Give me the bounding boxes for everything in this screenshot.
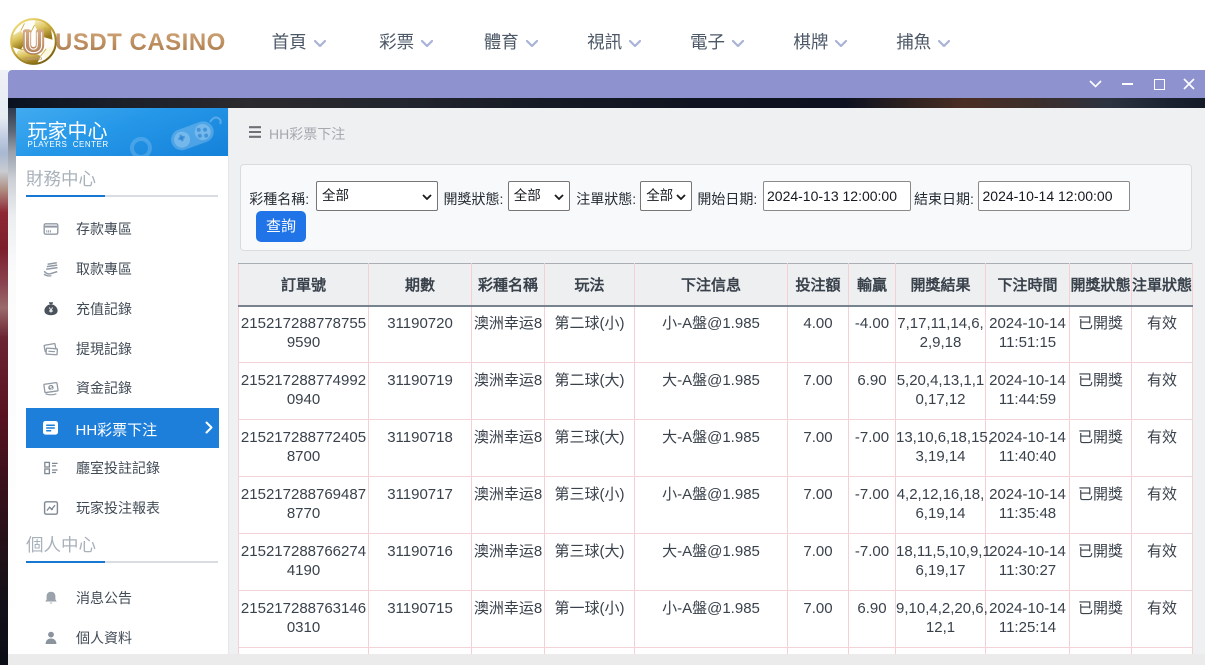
svg-text:casino: casino	[25, 56, 43, 62]
